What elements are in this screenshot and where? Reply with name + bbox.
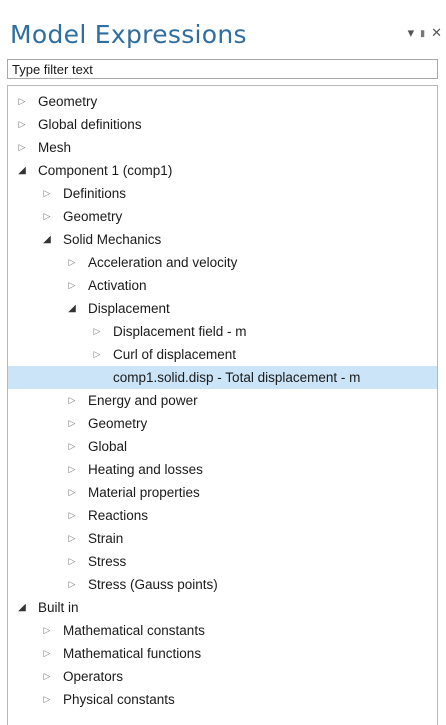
tree-item[interactable]: ▷ Operators bbox=[8, 665, 437, 688]
panel-menu-icon[interactable]: ▾ bbox=[408, 26, 415, 40]
tree-item-label: Geometry bbox=[88, 416, 148, 431]
tree-item-label: Mesh bbox=[38, 140, 72, 155]
expand-arrow-icon[interactable]: ▷ bbox=[66, 251, 78, 274]
tree-item[interactable]: ▷ Stress (Gauss points) bbox=[8, 573, 437, 596]
tree-item[interactable]: ▷ Mathematical constants bbox=[8, 619, 437, 642]
tree-item-label: Displacement bbox=[88, 301, 170, 316]
tree-item[interactable]: ▷ Global bbox=[8, 435, 437, 458]
tree-item[interactable]: ▷ Reactions bbox=[8, 504, 437, 527]
leaf-spacer bbox=[91, 366, 103, 389]
panel-header: Model Expressions ▾ ▮ ✕ bbox=[0, 0, 446, 58]
expand-arrow-icon[interactable]: ▷ bbox=[91, 343, 103, 366]
expand-arrow-icon[interactable]: ▷ bbox=[66, 274, 78, 297]
expand-arrow-icon[interactable]: ▷ bbox=[16, 113, 28, 136]
expand-arrow-icon[interactable]: ▷ bbox=[66, 412, 78, 435]
collapse-arrow-icon[interactable]: ◢ bbox=[66, 297, 78, 320]
pin-icon[interactable]: ▮ bbox=[420, 26, 425, 40]
expand-arrow-icon[interactable]: ▷ bbox=[41, 642, 53, 665]
tree-item-label: Mathematical functions bbox=[63, 646, 202, 661]
expand-arrow-icon[interactable]: ▷ bbox=[16, 90, 28, 113]
expand-arrow-icon[interactable]: ▷ bbox=[66, 458, 78, 481]
expand-arrow-icon[interactable]: ▷ bbox=[66, 435, 78, 458]
expand-arrow-icon[interactable]: ▷ bbox=[16, 136, 28, 159]
tree-item[interactable]: ◢ Built in bbox=[8, 596, 437, 619]
tree-item-label: Material properties bbox=[88, 485, 200, 500]
tree-item-label: Curl of displacement bbox=[113, 347, 237, 362]
tree-item[interactable]: ▷ Physical constants bbox=[8, 688, 437, 711]
tree-item-label: Activation bbox=[88, 278, 147, 293]
tree-item-label: Heating and losses bbox=[88, 462, 203, 477]
tree-item-label: Stress bbox=[88, 554, 127, 569]
tree-item[interactable]: ◢ Solid Mechanics bbox=[8, 228, 437, 251]
tree-item[interactable]: ▷ Material properties bbox=[8, 481, 437, 504]
expand-arrow-icon[interactable]: ▷ bbox=[66, 481, 78, 504]
tree-item[interactable]: ▷ Mathematical functions bbox=[8, 642, 437, 665]
expand-arrow-icon[interactable]: ▷ bbox=[66, 550, 78, 573]
tree-item[interactable]: ▷ Curl of displacement bbox=[8, 343, 437, 366]
tree-item-label: comp1.solid.disp - Total displacement - … bbox=[113, 370, 361, 385]
panel-controls: ▾ ▮ ✕ bbox=[408, 26, 442, 40]
tree-item-label: Mathematical constants bbox=[63, 623, 205, 638]
collapse-arrow-icon[interactable]: ◢ bbox=[16, 159, 28, 182]
tree-item-label: Geometry bbox=[63, 209, 123, 224]
collapse-arrow-icon[interactable]: ◢ bbox=[41, 228, 53, 251]
expand-arrow-icon[interactable]: ▷ bbox=[91, 320, 103, 343]
expand-arrow-icon[interactable]: ▷ bbox=[66, 573, 78, 596]
tree-item-label: Definitions bbox=[63, 186, 127, 201]
expand-arrow-icon[interactable]: ▷ bbox=[66, 389, 78, 412]
close-icon[interactable]: ✕ bbox=[431, 26, 442, 40]
tree-item[interactable]: ▷ Activation bbox=[8, 274, 437, 297]
tree-item-label: Stress (Gauss points) bbox=[88, 577, 218, 592]
expand-arrow-icon[interactable]: ▷ bbox=[41, 619, 53, 642]
tree-item-label: Component 1 (comp1) bbox=[38, 163, 173, 178]
expand-arrow-icon[interactable]: ▷ bbox=[66, 527, 78, 550]
tree-item-label: Physical constants bbox=[63, 692, 175, 707]
tree-item[interactable]: comp1.solid.disp - Total displacement - … bbox=[8, 366, 437, 389]
tree-item-label: Solid Mechanics bbox=[63, 232, 162, 247]
tree-item[interactable]: ▷ Geometry bbox=[8, 205, 437, 228]
tree-item[interactable]: ▷ Strain bbox=[8, 527, 437, 550]
tree-item[interactable]: ▷ Global definitions bbox=[8, 113, 437, 136]
tree-item-label: Displacement field - m bbox=[113, 324, 247, 339]
tree-item-label: Global bbox=[88, 439, 128, 454]
tree-item-label: Acceleration and velocity bbox=[88, 255, 238, 270]
tree-item-label: Energy and power bbox=[88, 393, 198, 408]
collapse-arrow-icon[interactable]: ◢ bbox=[16, 596, 28, 619]
tree-item[interactable]: ▷ Heating and losses bbox=[8, 458, 437, 481]
tree-item-label: Strain bbox=[88, 531, 124, 546]
tree-item[interactable]: ▷ Geometry bbox=[8, 412, 437, 435]
tree-item-label: Reactions bbox=[88, 508, 149, 523]
tree-item[interactable]: ▷ Definitions bbox=[8, 182, 437, 205]
expand-arrow-icon[interactable]: ▷ bbox=[41, 665, 53, 688]
tree-item-label: Global definitions bbox=[38, 117, 142, 132]
tree-item[interactable]: ▷ Displacement field - m bbox=[8, 320, 437, 343]
tree-item[interactable]: ▷ Stress bbox=[8, 550, 437, 573]
tree-item-label: Geometry bbox=[38, 94, 98, 109]
tree-item-label: Operators bbox=[63, 669, 124, 684]
tree-item[interactable]: ◢ Displacement bbox=[8, 297, 437, 320]
expression-tree: ▷ Geometry ▷ Global definitions ▷ Mesh ◢ Compon… bbox=[7, 85, 438, 725]
tree-item[interactable]: ▷ Energy and power bbox=[8, 389, 437, 412]
tree-item[interactable]: ▷ Geometry bbox=[8, 90, 437, 113]
expand-arrow-icon[interactable]: ▷ bbox=[41, 205, 53, 228]
tree-item[interactable]: ▷ Acceleration and velocity bbox=[8, 251, 437, 274]
filter-input[interactable] bbox=[7, 59, 438, 79]
tree-item[interactable]: ▷ Mesh bbox=[8, 136, 437, 159]
expand-arrow-icon[interactable]: ▷ bbox=[66, 504, 78, 527]
tree-item[interactable]: ◢ Component 1 (comp1) bbox=[8, 159, 437, 182]
expand-arrow-icon[interactable]: ▷ bbox=[41, 182, 53, 205]
panel-title: Model Expressions bbox=[10, 20, 247, 49]
tree-item-label: Built in bbox=[38, 600, 79, 615]
expand-arrow-icon[interactable]: ▷ bbox=[41, 688, 53, 711]
